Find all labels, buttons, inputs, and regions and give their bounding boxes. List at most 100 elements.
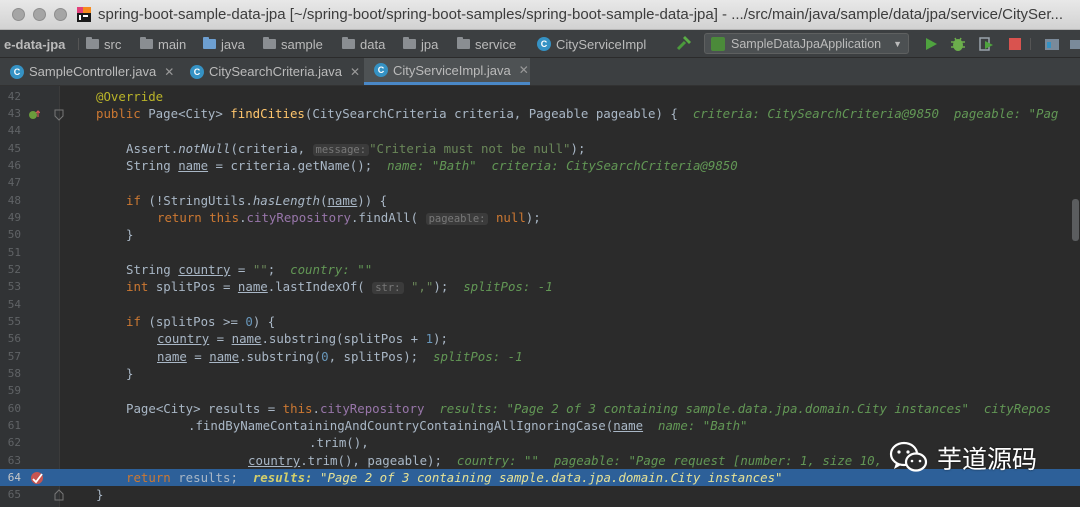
code-line: 49 return this.cityRepository.findAll( pa… [0,209,1080,226]
inline-debug-key: results: [252,470,313,485]
editor-tab-bar: C SampleController.java ✕ C CitySearchCr… [0,58,1080,86]
chevron-down-icon: ▼ [893,38,902,49]
tab-label: CityServiceImpl.java [393,62,511,78]
class-icon: C [10,64,24,79]
line-number: 62 [7,436,21,449]
inline-debug-value: "Page 2 of 3 containing sample.data.jpa.… [319,470,783,485]
code-line: 45 Assert.notNull(criteria, message: "Crit… [0,140,1080,157]
code-line: 61 .findByNameContainingAndCountryContain… [0,417,1080,434]
vertical-scrollbar[interactable] [1072,199,1079,241]
code-line: 53 int splitPos = name.lastIndexOf( str: … [0,278,1080,295]
line-number: 47 [7,176,21,189]
code-line: 55 if (splitPos >= 0) { [0,313,1080,330]
close-icon[interactable]: ✕ [519,63,529,77]
breadcrumb-label: e-data-jpa [4,36,66,52]
line-number: 61 [7,419,21,432]
breadcrumb-main[interactable]: main [140,35,186,53]
code-line: 42 @Override [0,88,1080,105]
line-number: 43 [7,107,21,120]
code-line: 50} [0,226,1080,243]
line-number: 58 [7,367,21,380]
wechat-logo-icon [889,441,928,472]
line-number: 63 [7,454,21,467]
project-structure-icon[interactable] [1043,35,1061,53]
code-line: 60 Page<City> results = this.cityReposito… [0,400,1080,417]
more-toolbar-icon[interactable] [1066,35,1080,53]
inline-debug-value: country: "" pageable: "Page request [num… [456,453,883,468]
spring-run-config-icon [711,36,725,51]
line-number: 64 [7,471,21,484]
line-number: 51 [7,246,21,259]
breadcrumb-label: main [158,36,187,52]
source-folder-icon [203,37,216,49]
package-icon [342,37,355,49]
close-icon[interactable]: ✕ [164,65,174,79]
inline-debug-value: name: "Bath" criteria: CitySearchCriteri… [387,158,738,173]
line-number: 55 [7,315,21,328]
inline-debug-value: splitPos: -1 [463,279,553,294]
build-hammer-icon[interactable] [675,35,693,53]
breakpoint-icon[interactable] [30,471,44,485]
watermark-text: 芋道源码 [937,445,1038,474]
package-icon [457,37,470,49]
breadcrumb-label: data [360,36,386,52]
line-number: 59 [7,384,21,397]
breadcrumb-service[interactable]: service [457,35,516,53]
package-icon [403,37,416,49]
line-number: 48 [7,194,21,207]
close-window-button[interactable] [12,8,25,21]
folder-icon [140,37,153,49]
fold-method-end-icon[interactable] [54,489,64,501]
code-line: 65} [0,486,1080,503]
code-line: 44 [0,122,1080,139]
run-configuration-select[interactable]: SampleDataJpaApplication ▼ [704,33,909,54]
line-number: 45 [7,142,21,155]
code-line: 54 [0,296,1080,313]
package-icon [263,37,276,49]
code-line: 47 [0,174,1080,191]
tab-city-service-impl[interactable]: C CityServiceImpl.java ✕ [364,58,530,85]
line-number: 65 [7,488,21,501]
code-line: 43 public Page<City> findCities(CitySearc… [0,105,1080,122]
line-number: 54 [7,298,21,311]
run-icon[interactable] [922,35,940,53]
folder-icon [86,37,99,49]
line-number: 49 [7,211,21,224]
intellij-app-icon [77,7,91,22]
tab-sample-controller[interactable]: C SampleController.java ✕ [0,58,176,85]
maximize-window-button[interactable] [54,8,67,21]
breadcrumb-sample[interactable]: sample [263,35,323,53]
breadcrumb-jpa[interactable]: jpa [403,35,438,53]
inline-debug-value: country: "" [290,262,373,277]
class-icon: C [374,63,388,77]
code-line: 48 if (!StringUtils.hasLength(name)) { [0,192,1080,209]
debug-bug-icon[interactable] [949,35,967,53]
code-line: 58} [0,365,1080,382]
breadcrumb-project[interactable]: e-data-jpa [4,35,65,53]
inline-debug-value: criteria: CitySearchCriteria@9850 pageab… [692,106,1059,121]
code-line: 57 name = name.substring(0, splitPos); sp… [0,348,1080,365]
window-title: spring-boot-sample-data-jpa [~/spring-bo… [98,6,1064,23]
code-line: 59 [0,382,1080,399]
breadcrumb-label: CityServiceImpl [556,36,647,52]
run-with-coverage-icon[interactable] [977,35,995,53]
fold-method-icon[interactable] [54,109,64,121]
implementing-method-icon[interactable] [28,109,40,121]
stop-icon[interactable] [1006,35,1024,53]
breadcrumb-java[interactable]: java [203,35,245,53]
run-configuration-label: SampleDataJpaApplication [731,36,882,51]
tab-label: CitySearchCriteria.java [209,64,342,79]
breadcrumb-src[interactable]: src [86,35,121,53]
breadcrumb-data[interactable]: data [342,35,385,53]
breadcrumb-label: sample [281,36,323,52]
close-icon[interactable]: ✕ [350,65,360,79]
inline-debug-value: splitPos: -1 [433,349,523,364]
line-number: 56 [7,332,21,345]
minimize-window-button[interactable] [33,8,46,21]
line-number: 50 [7,228,21,241]
line-number: 57 [7,350,21,363]
tab-city-search-criteria[interactable]: C CitySearchCriteria.java ✕ [180,58,362,85]
line-number: 52 [7,263,21,276]
line-number: 44 [7,124,21,137]
breadcrumb-class[interactable]: C CityServiceImpl [537,35,646,53]
